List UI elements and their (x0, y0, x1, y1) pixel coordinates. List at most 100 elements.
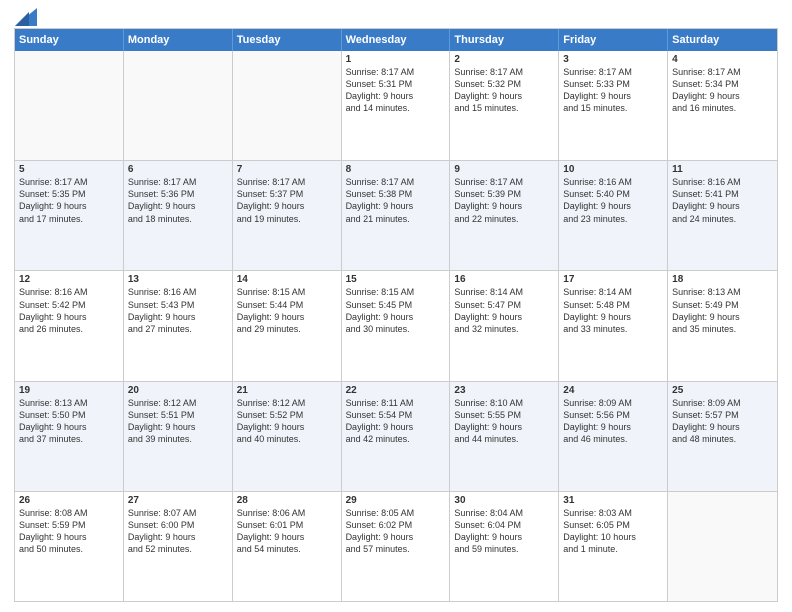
day-cell: 30Sunrise: 8:04 AM Sunset: 6:04 PM Dayli… (450, 492, 559, 601)
calendar-row: 5Sunrise: 8:17 AM Sunset: 5:35 PM Daylig… (15, 160, 777, 270)
day-info: Sunrise: 8:17 AM Sunset: 5:37 PM Dayligh… (237, 176, 337, 225)
day-cell: 14Sunrise: 8:15 AM Sunset: 5:44 PM Dayli… (233, 271, 342, 380)
day-number: 16 (454, 274, 554, 285)
day-cell: 15Sunrise: 8:15 AM Sunset: 5:45 PM Dayli… (342, 271, 451, 380)
day-number: 15 (346, 274, 446, 285)
day-number: 9 (454, 164, 554, 175)
day-info: Sunrise: 8:08 AM Sunset: 5:59 PM Dayligh… (19, 507, 119, 556)
day-info: Sunrise: 8:09 AM Sunset: 5:57 PM Dayligh… (672, 397, 773, 446)
day-info: Sunrise: 8:17 AM Sunset: 5:38 PM Dayligh… (346, 176, 446, 225)
calendar-row: 26Sunrise: 8:08 AM Sunset: 5:59 PM Dayli… (15, 491, 777, 601)
day-cell: 20Sunrise: 8:12 AM Sunset: 5:51 PM Dayli… (124, 382, 233, 491)
day-cell: 29Sunrise: 8:05 AM Sunset: 6:02 PM Dayli… (342, 492, 451, 601)
day-info: Sunrise: 8:16 AM Sunset: 5:41 PM Dayligh… (672, 176, 773, 225)
calendar: SundayMondayTuesdayWednesdayThursdayFrid… (14, 28, 778, 602)
header (14, 10, 778, 22)
day-info: Sunrise: 8:03 AM Sunset: 6:05 PM Dayligh… (563, 507, 663, 556)
empty-cell (15, 51, 124, 160)
weekday-header: Wednesday (342, 29, 451, 51)
day-info: Sunrise: 8:17 AM Sunset: 5:34 PM Dayligh… (672, 66, 773, 115)
day-cell: 27Sunrise: 8:07 AM Sunset: 6:00 PM Dayli… (124, 492, 233, 601)
day-number: 13 (128, 274, 228, 285)
day-number: 26 (19, 495, 119, 506)
day-number: 20 (128, 385, 228, 396)
day-cell: 10Sunrise: 8:16 AM Sunset: 5:40 PM Dayli… (559, 161, 668, 270)
day-number: 14 (237, 274, 337, 285)
logo (14, 10, 37, 22)
day-number: 18 (672, 274, 773, 285)
day-info: Sunrise: 8:05 AM Sunset: 6:02 PM Dayligh… (346, 507, 446, 556)
weekday-header: Friday (559, 29, 668, 51)
weekday-header: Monday (124, 29, 233, 51)
day-info: Sunrise: 8:07 AM Sunset: 6:00 PM Dayligh… (128, 507, 228, 556)
day-cell: 12Sunrise: 8:16 AM Sunset: 5:42 PM Dayli… (15, 271, 124, 380)
calendar-row: 1Sunrise: 8:17 AM Sunset: 5:31 PM Daylig… (15, 51, 777, 160)
day-info: Sunrise: 8:17 AM Sunset: 5:35 PM Dayligh… (19, 176, 119, 225)
day-number: 6 (128, 164, 228, 175)
weekday-header: Thursday (450, 29, 559, 51)
calendar-row: 12Sunrise: 8:16 AM Sunset: 5:42 PM Dayli… (15, 270, 777, 380)
calendar-header: SundayMondayTuesdayWednesdayThursdayFrid… (15, 29, 777, 51)
day-number: 28 (237, 495, 337, 506)
day-number: 1 (346, 54, 446, 65)
day-cell: 26Sunrise: 8:08 AM Sunset: 5:59 PM Dayli… (15, 492, 124, 601)
day-number: 31 (563, 495, 663, 506)
day-number: 24 (563, 385, 663, 396)
day-info: Sunrise: 8:17 AM Sunset: 5:33 PM Dayligh… (563, 66, 663, 115)
day-cell: 23Sunrise: 8:10 AM Sunset: 5:55 PM Dayli… (450, 382, 559, 491)
day-cell: 7Sunrise: 8:17 AM Sunset: 5:37 PM Daylig… (233, 161, 342, 270)
day-number: 7 (237, 164, 337, 175)
day-number: 22 (346, 385, 446, 396)
day-cell: 9Sunrise: 8:17 AM Sunset: 5:39 PM Daylig… (450, 161, 559, 270)
empty-cell (233, 51, 342, 160)
day-info: Sunrise: 8:13 AM Sunset: 5:50 PM Dayligh… (19, 397, 119, 446)
day-cell: 19Sunrise: 8:13 AM Sunset: 5:50 PM Dayli… (15, 382, 124, 491)
day-number: 4 (672, 54, 773, 65)
day-cell: 21Sunrise: 8:12 AM Sunset: 5:52 PM Dayli… (233, 382, 342, 491)
day-cell: 11Sunrise: 8:16 AM Sunset: 5:41 PM Dayli… (668, 161, 777, 270)
day-cell: 5Sunrise: 8:17 AM Sunset: 5:35 PM Daylig… (15, 161, 124, 270)
day-number: 21 (237, 385, 337, 396)
empty-cell (668, 492, 777, 601)
day-cell: 2Sunrise: 8:17 AM Sunset: 5:32 PM Daylig… (450, 51, 559, 160)
empty-cell (124, 51, 233, 160)
day-info: Sunrise: 8:17 AM Sunset: 5:36 PM Dayligh… (128, 176, 228, 225)
day-info: Sunrise: 8:04 AM Sunset: 6:04 PM Dayligh… (454, 507, 554, 556)
day-cell: 22Sunrise: 8:11 AM Sunset: 5:54 PM Dayli… (342, 382, 451, 491)
day-info: Sunrise: 8:09 AM Sunset: 5:56 PM Dayligh… (563, 397, 663, 446)
day-number: 3 (563, 54, 663, 65)
day-info: Sunrise: 8:15 AM Sunset: 5:44 PM Dayligh… (237, 286, 337, 335)
calendar-row: 19Sunrise: 8:13 AM Sunset: 5:50 PM Dayli… (15, 381, 777, 491)
day-info: Sunrise: 8:14 AM Sunset: 5:48 PM Dayligh… (563, 286, 663, 335)
day-number: 17 (563, 274, 663, 285)
day-number: 30 (454, 495, 554, 506)
day-info: Sunrise: 8:12 AM Sunset: 5:52 PM Dayligh… (237, 397, 337, 446)
day-cell: 3Sunrise: 8:17 AM Sunset: 5:33 PM Daylig… (559, 51, 668, 160)
day-info: Sunrise: 8:10 AM Sunset: 5:55 PM Dayligh… (454, 397, 554, 446)
day-info: Sunrise: 8:16 AM Sunset: 5:42 PM Dayligh… (19, 286, 119, 335)
weekday-header: Tuesday (233, 29, 342, 51)
day-info: Sunrise: 8:11 AM Sunset: 5:54 PM Dayligh… (346, 397, 446, 446)
day-number: 2 (454, 54, 554, 65)
day-cell: 18Sunrise: 8:13 AM Sunset: 5:49 PM Dayli… (668, 271, 777, 380)
weekday-header: Sunday (15, 29, 124, 51)
day-info: Sunrise: 8:16 AM Sunset: 5:40 PM Dayligh… (563, 176, 663, 225)
day-cell: 17Sunrise: 8:14 AM Sunset: 5:48 PM Dayli… (559, 271, 668, 380)
day-number: 29 (346, 495, 446, 506)
day-info: Sunrise: 8:17 AM Sunset: 5:31 PM Dayligh… (346, 66, 446, 115)
calendar-body: 1Sunrise: 8:17 AM Sunset: 5:31 PM Daylig… (15, 51, 777, 601)
day-cell: 6Sunrise: 8:17 AM Sunset: 5:36 PM Daylig… (124, 161, 233, 270)
day-cell: 4Sunrise: 8:17 AM Sunset: 5:34 PM Daylig… (668, 51, 777, 160)
day-number: 25 (672, 385, 773, 396)
day-info: Sunrise: 8:17 AM Sunset: 5:39 PM Dayligh… (454, 176, 554, 225)
day-info: Sunrise: 8:14 AM Sunset: 5:47 PM Dayligh… (454, 286, 554, 335)
day-info: Sunrise: 8:16 AM Sunset: 5:43 PM Dayligh… (128, 286, 228, 335)
day-cell: 1Sunrise: 8:17 AM Sunset: 5:31 PM Daylig… (342, 51, 451, 160)
day-number: 23 (454, 385, 554, 396)
day-info: Sunrise: 8:17 AM Sunset: 5:32 PM Dayligh… (454, 66, 554, 115)
day-number: 12 (19, 274, 119, 285)
day-cell: 16Sunrise: 8:14 AM Sunset: 5:47 PM Dayli… (450, 271, 559, 380)
day-cell: 31Sunrise: 8:03 AM Sunset: 6:05 PM Dayli… (559, 492, 668, 601)
day-number: 11 (672, 164, 773, 175)
weekday-header: Saturday (668, 29, 777, 51)
